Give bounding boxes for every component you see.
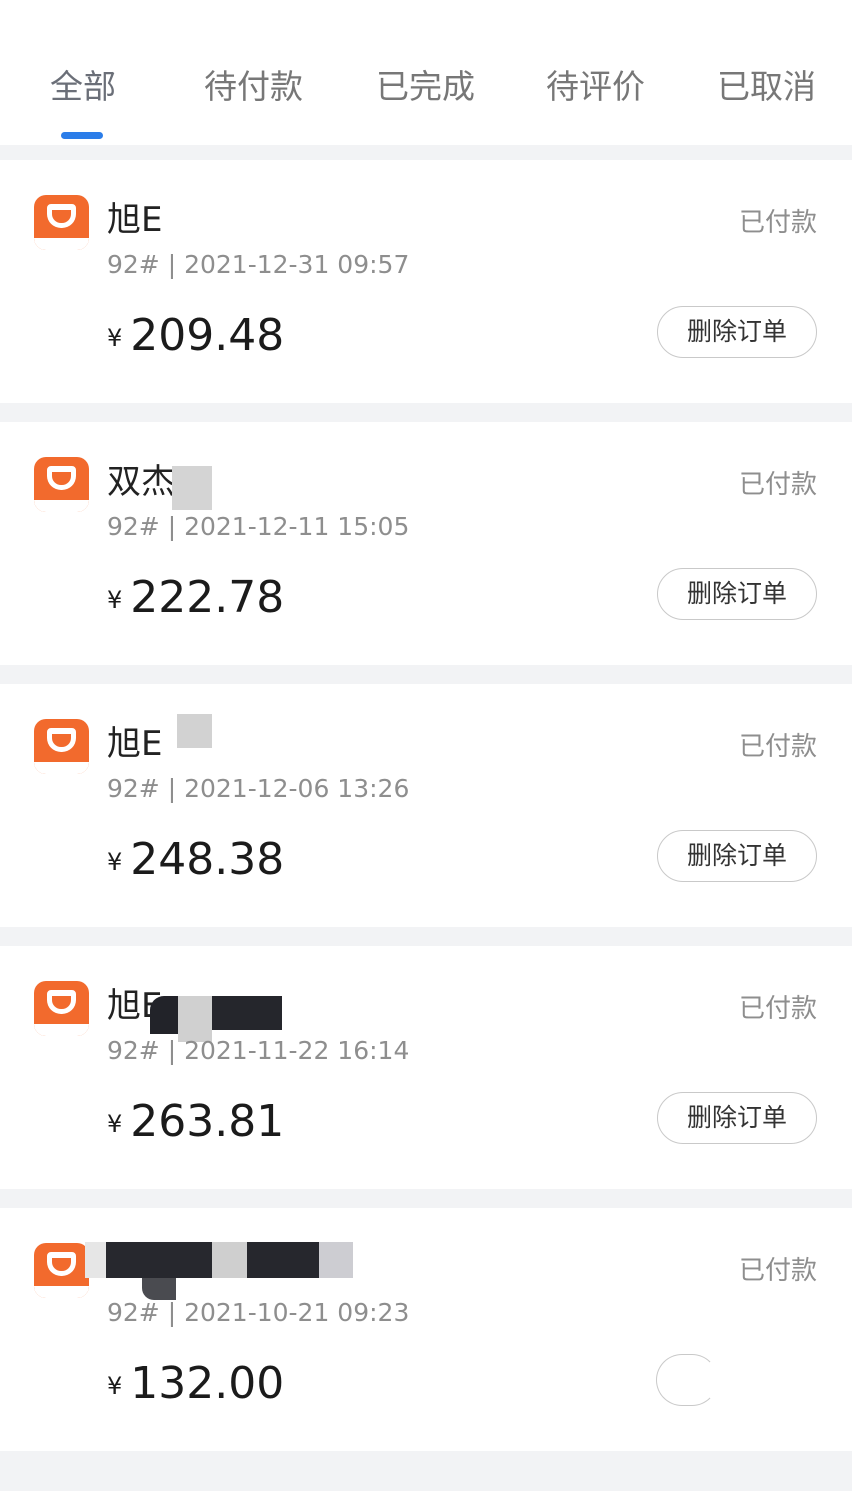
tab-all[interactable]: 全部 — [50, 62, 116, 112]
app-icon — [34, 981, 89, 1036]
order-tabs: 全部 待付款 已完成 待评价 已取消 — [0, 0, 852, 145]
order-card[interactable]: 旭E 92# | 2021-12-31 09:57 已付款 ¥209.48 删除… — [0, 160, 852, 403]
app-icon — [34, 719, 89, 774]
currency-symbol: ¥ — [107, 324, 123, 352]
redaction-block — [319, 1242, 353, 1278]
order-price: ¥222.78 — [107, 572, 284, 623]
order-amount: 222.78 — [130, 572, 285, 623]
currency-symbol: ¥ — [107, 848, 123, 876]
merchant-name: 旭E — [107, 200, 163, 240]
tab-pending-review[interactable]: 待评价 — [546, 62, 645, 112]
redaction-block — [150, 996, 180, 1034]
redaction-block — [177, 714, 212, 748]
redaction-block — [106, 1242, 212, 1278]
currency-symbol: ¥ — [107, 1372, 123, 1400]
redaction-block — [85, 1242, 107, 1278]
order-price: ¥132.00 — [107, 1358, 284, 1409]
order-card[interactable]: 旭E 92# | 2021-12-06 13:26 已付款 ¥248.38 删除… — [0, 684, 852, 927]
merchant-name: 旭E — [107, 724, 163, 764]
app-icon — [34, 195, 89, 250]
order-status: 已付款 — [738, 732, 817, 762]
order-amount: 132.00 — [130, 1358, 285, 1409]
order-status: 已付款 — [738, 208, 817, 238]
order-card[interactable]: 双杰 92# | 2021-12-11 15:05 已付款 ¥222.78 删除… — [0, 422, 852, 665]
redaction-block — [212, 996, 282, 1030]
order-meta: 92# | 2021-12-11 15:05 — [107, 512, 410, 541]
merchant-name: 双杰 — [107, 462, 175, 502]
order-meta: 92# | 2021-12-06 13:26 — [107, 774, 410, 803]
currency-symbol: ¥ — [107, 586, 123, 614]
order-meta: 92# | 2021-12-31 09:57 — [107, 250, 410, 279]
tab-completed[interactable]: 已完成 — [376, 62, 475, 112]
delete-order-button[interactable] — [656, 1354, 718, 1406]
currency-symbol: ¥ — [107, 1110, 123, 1138]
order-status: 已付款 — [738, 470, 817, 500]
delete-order-button[interactable]: 删除订单 — [657, 568, 817, 620]
redaction-block — [142, 1278, 176, 1300]
order-card[interactable]: 旭E 92# | 2021-11-22 16:14 已付款 ¥263.81 删除… — [0, 946, 852, 1189]
order-meta: 92# | 2021-11-22 16:14 — [107, 1036, 410, 1065]
tab-cancelled[interactable]: 已取消 — [717, 62, 816, 112]
redaction-block — [212, 1242, 247, 1278]
delete-order-button[interactable]: 删除订单 — [657, 306, 817, 358]
order-card[interactable]: 92# | 2021-10-21 09:23 已付款 ¥132.00 — [0, 1208, 852, 1451]
order-price: ¥263.81 — [107, 1096, 284, 1147]
order-amount: 263.81 — [130, 1096, 285, 1147]
active-tab-indicator — [61, 132, 103, 139]
order-status: 已付款 — [738, 1256, 817, 1286]
order-price: ¥209.48 — [107, 310, 284, 361]
app-icon — [34, 457, 89, 512]
tab-pending-payment[interactable]: 待付款 — [204, 62, 303, 112]
order-amount: 209.48 — [130, 310, 285, 361]
delete-order-button[interactable]: 删除订单 — [657, 830, 817, 882]
order-price: ¥248.38 — [107, 834, 284, 885]
delete-order-button[interactable]: 删除订单 — [657, 1092, 817, 1144]
order-meta: 92# | 2021-10-21 09:23 — [107, 1298, 410, 1327]
redaction-block — [247, 1242, 319, 1278]
order-amount: 248.38 — [130, 834, 285, 885]
redaction-block — [172, 466, 212, 510]
order-status: 已付款 — [738, 994, 817, 1024]
app-icon — [34, 1243, 89, 1298]
